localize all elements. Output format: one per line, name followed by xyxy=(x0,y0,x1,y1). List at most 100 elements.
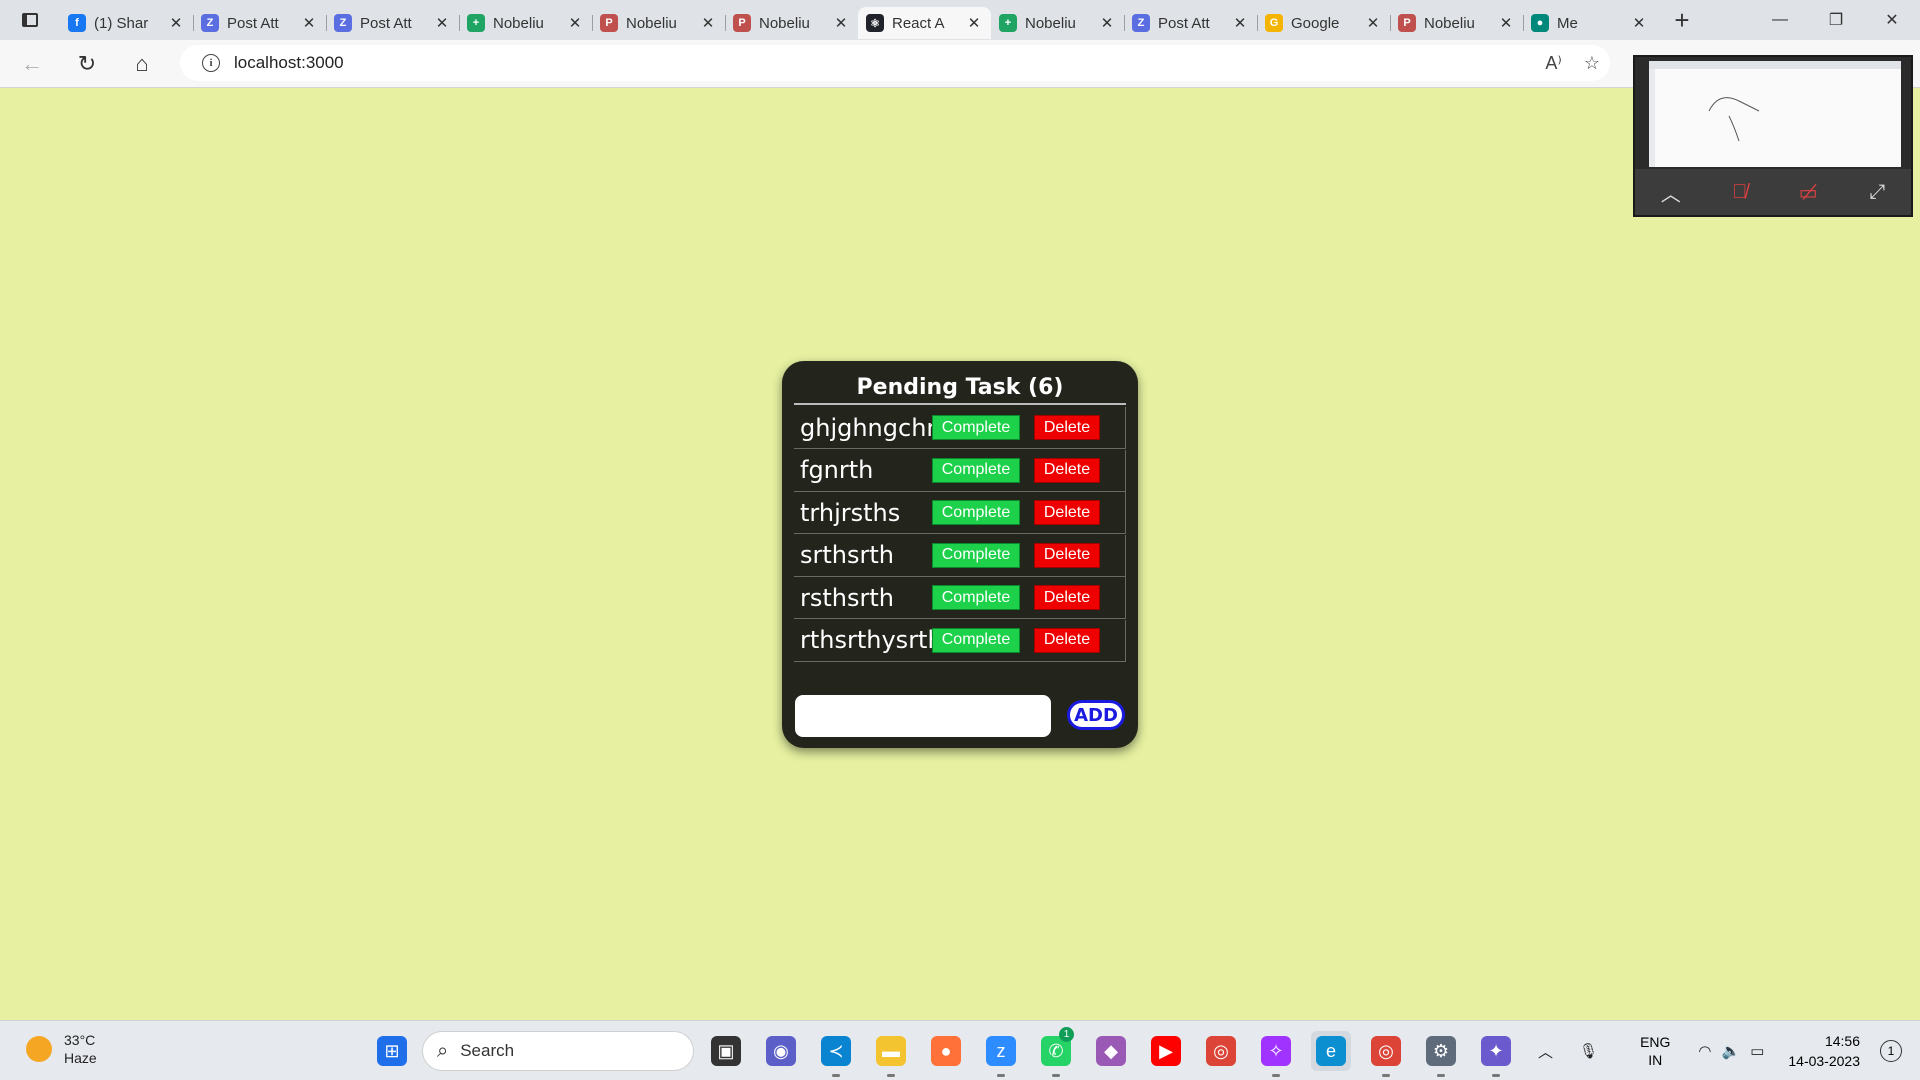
delete-button[interactable]: Delete xyxy=(1034,627,1100,653)
close-tab-icon[interactable]: ✕ xyxy=(1098,14,1116,32)
language-indicator[interactable]: ENG IN xyxy=(1640,1033,1670,1069)
home-button[interactable]: ⌂ xyxy=(119,44,165,84)
task-view-icon[interactable]: ▣ xyxy=(706,1031,746,1071)
new-tab-button[interactable]: + xyxy=(1662,5,1702,36)
complete-button[interactable]: Complete xyxy=(932,542,1020,568)
chrome-icon[interactable]: ◎ xyxy=(1201,1031,1241,1071)
close-window-button[interactable]: ✕ xyxy=(1864,0,1920,40)
browser-tab[interactable]: ● Me ✕ xyxy=(1523,7,1656,39)
tab-title: Post Att xyxy=(227,14,279,32)
camera-off-icon[interactable]: ▭̸ xyxy=(1799,180,1818,205)
complete-button[interactable]: Complete xyxy=(932,500,1020,525)
whatsapp-icon[interactable]: ✆ 1 xyxy=(1036,1027,1076,1077)
tabs-container: f (1) Shar ✕ Z Post Att ✕ Z Post Att ✕ + Nobeliu ✕ P… xyxy=(60,1,1656,39)
z-icon: Z xyxy=(201,14,219,32)
clock[interactable]: 14:56 14-03-2023 xyxy=(1788,1031,1860,1071)
settings-icon[interactable]: ⚙ xyxy=(1421,1031,1461,1077)
restore-button[interactable]: ❐ xyxy=(1808,0,1864,40)
windows-start-icon[interactable]: ⊞ xyxy=(372,1031,412,1071)
add-task-button[interactable]: ADD xyxy=(1067,700,1125,730)
share-icon[interactable]: ⤢ xyxy=(1869,181,1885,204)
complete-button[interactable]: Complete xyxy=(932,415,1020,440)
browser-tab[interactable]: P Nobeliu ✕ xyxy=(725,7,858,39)
site-info-icon[interactable]: i xyxy=(202,54,220,72)
close-tab-icon[interactable]: ✕ xyxy=(699,14,717,32)
browser-tab[interactable]: G Google ✕ xyxy=(1257,7,1390,39)
close-tab-icon[interactable]: ✕ xyxy=(566,14,584,32)
close-tab-icon[interactable]: ✕ xyxy=(167,14,185,32)
new-task-input[interactable] xyxy=(795,695,1051,737)
close-tab-icon[interactable]: ✕ xyxy=(832,14,850,32)
copilot-icon[interactable]: ✦ xyxy=(1476,1031,1516,1077)
close-tab-icon[interactable]: ✕ xyxy=(1231,14,1249,32)
show-hidden-icons[interactable]: ︿ xyxy=(1538,1041,1553,1062)
browser-tab[interactable]: Z Post Att ✕ xyxy=(1124,7,1257,39)
refresh-button[interactable]: ↻ xyxy=(64,44,110,84)
browser-tab[interactable]: + Nobeliu ✕ xyxy=(991,7,1124,39)
meet-icon: ● xyxy=(1531,14,1549,32)
close-tab-icon[interactable]: ✕ xyxy=(965,14,983,32)
minimize-button[interactable]: — xyxy=(1752,0,1808,40)
delete-button[interactable]: Delete xyxy=(1034,457,1100,483)
task-row: fgnrth Complete Delete xyxy=(794,449,1126,492)
search-icon: ⌕ xyxy=(437,1039,449,1062)
close-tab-icon[interactable]: ✕ xyxy=(1497,14,1515,32)
shared-screen-sketch xyxy=(1649,61,1901,167)
windows-start-glyph: ⊞ xyxy=(377,1036,407,1066)
git-app-icon[interactable]: ◆ xyxy=(1091,1031,1131,1071)
delete-button[interactable]: Delete xyxy=(1034,542,1100,568)
shared-screen-preview xyxy=(1649,61,1901,167)
edge-icon[interactable]: e xyxy=(1311,1031,1351,1071)
settings-glyph: ⚙ xyxy=(1426,1036,1456,1066)
close-tab-icon[interactable]: ✕ xyxy=(300,14,318,32)
taskbar-search[interactable]: ⌕ Search xyxy=(422,1031,694,1071)
browser-tab[interactable]: P Nobeliu ✕ xyxy=(1390,7,1523,39)
close-tab-icon[interactable]: ✕ xyxy=(1364,14,1382,32)
complete-button[interactable]: Complete xyxy=(932,457,1020,483)
back-button[interactable]: ← xyxy=(9,44,55,84)
expand-icon[interactable]: ︿ xyxy=(1661,178,1681,207)
task-row: ghjghngchn Complete Delete xyxy=(794,407,1126,449)
youtube-icon[interactable]: ▶ xyxy=(1146,1031,1186,1071)
browser-tab[interactable]: ⚛ React A ✕ xyxy=(858,7,991,39)
file-explorer-icon[interactable]: ▬ xyxy=(871,1031,911,1077)
browser-tab[interactable]: Z Post Att ✕ xyxy=(326,7,459,39)
task-text: ghjghngchn xyxy=(800,413,942,442)
volume-icon[interactable]: 🔈 xyxy=(1722,1042,1741,1060)
delete-button[interactable]: Delete xyxy=(1034,415,1100,440)
tab-strip: f (1) Shar ✕ Z Post Att ✕ Z Post Att ✕ + Nobeliu ✕ P… xyxy=(0,0,1920,40)
close-tab-icon[interactable]: ✕ xyxy=(433,14,451,32)
add-favorite-icon[interactable]: ☆ xyxy=(1584,53,1600,74)
url-field[interactable]: i localhost:3000 A⁾ ☆ xyxy=(180,45,1610,81)
complete-button[interactable]: Complete xyxy=(932,585,1020,610)
browser-tab[interactable]: P Nobeliu ✕ xyxy=(592,7,725,39)
browser-tab[interactable]: Z Post Att ✕ xyxy=(193,7,326,39)
microphone-icon[interactable]: 🎙 xyxy=(1579,1042,1598,1060)
vscode-icon[interactable]: ≺ xyxy=(816,1031,856,1077)
firefox-icon[interactable]: ● xyxy=(926,1031,966,1071)
pdf-icon: P xyxy=(733,14,751,32)
clock-date: 14-03-2023 xyxy=(1788,1053,1860,1069)
video-call-thumbnail[interactable]: ︿ 🎙̸ ▭̸ ⤢ xyxy=(1633,55,1913,217)
whatsapp-badge: 1 xyxy=(1059,1027,1074,1042)
mic-muted-icon[interactable]: 🎙̸ xyxy=(1732,181,1747,204)
wifi-icon[interactable]: ◠ xyxy=(1698,1042,1711,1060)
weather-desc: Haze xyxy=(64,1050,97,1066)
teams-chat-icon[interactable]: ◉ xyxy=(761,1031,801,1071)
battery-icon[interactable]: ▭ xyxy=(1750,1042,1764,1060)
messenger-icon[interactable]: ✧ xyxy=(1256,1031,1296,1077)
browser-tab[interactable]: + Nobeliu ✕ xyxy=(459,7,592,39)
lang-top: ENG xyxy=(1640,1034,1671,1050)
delete-button[interactable]: Delete xyxy=(1034,585,1100,610)
sheets-icon: + xyxy=(999,14,1017,32)
close-tab-icon[interactable]: ✕ xyxy=(1630,14,1648,32)
delete-button[interactable]: Delete xyxy=(1034,500,1100,525)
complete-button[interactable]: Complete xyxy=(932,627,1020,653)
browser-tab[interactable]: f (1) Shar ✕ xyxy=(60,7,193,39)
tab-actions-button[interactable] xyxy=(0,0,60,40)
weather-widget[interactable]: 33°C Haze xyxy=(26,1031,97,1067)
notification-badge[interactable]: 1 xyxy=(1880,1040,1902,1062)
chrome-profile-icon[interactable]: ◎ xyxy=(1366,1031,1406,1077)
read-aloud-icon[interactable]: A⁾ xyxy=(1545,53,1561,74)
zoom-icon[interactable]: z xyxy=(981,1031,1021,1077)
